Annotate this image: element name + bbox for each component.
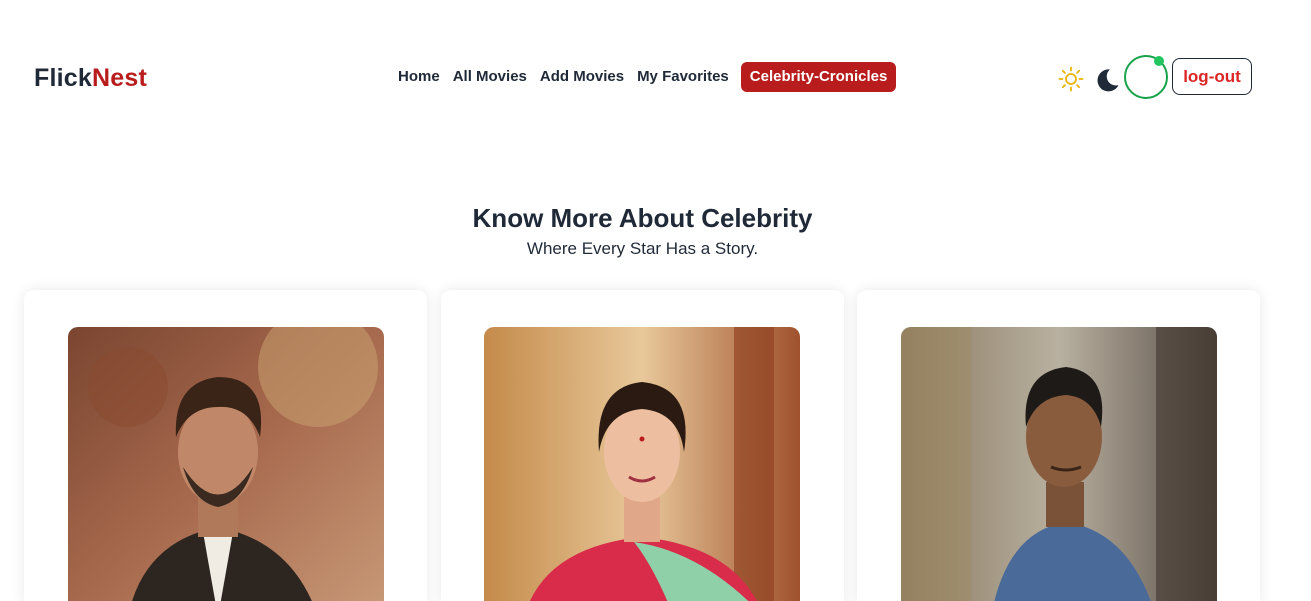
logo[interactable]: FlickNest [34, 62, 147, 94]
online-status-dot [1154, 56, 1164, 66]
celebrity-photo[interactable] [68, 327, 384, 601]
nav-link-celebrity-cronicles[interactable]: Celebrity-Cronicles [740, 62, 897, 92]
celebrity-card[interactable] [857, 290, 1260, 601]
celebrity-photo[interactable] [901, 327, 1217, 601]
logout-button[interactable]: log-out [1172, 58, 1252, 95]
logo-text-part1: Flick [34, 64, 92, 92]
moon-icon[interactable] [1094, 67, 1120, 93]
celebrity-card[interactable] [441, 290, 844, 601]
celebrity-card[interactable] [24, 290, 427, 601]
sun-icon[interactable] [1058, 66, 1084, 92]
nav-link-my-favorites[interactable]: My Favorites [631, 62, 735, 92]
nav-menu: Home All Movies Add Movies My Favorites … [392, 62, 897, 92]
navbar: FlickNest Home All Movies Add Movies My … [0, 0, 1311, 155]
section-subtitle: Where Every Star Has a Story. [526, 239, 759, 258]
section-title: Know More About Celebrity [472, 203, 813, 233]
nav-link-home[interactable]: Home [392, 62, 446, 92]
nav-link-all-movies[interactable]: All Movies [447, 62, 533, 92]
page: FlickNest Home All Movies Add Movies My … [0, 0, 1311, 601]
celebrity-photo[interactable] [484, 327, 800, 601]
nav-link-add-movies[interactable]: Add Movies [534, 62, 630, 92]
logo-text-part2: Nest [91, 64, 147, 92]
avatar[interactable] [1124, 55, 1168, 99]
